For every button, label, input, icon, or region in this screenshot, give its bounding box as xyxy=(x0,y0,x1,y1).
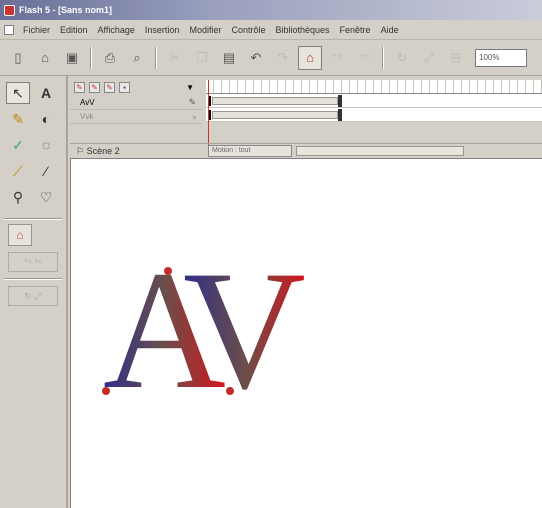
document-icon xyxy=(4,24,14,35)
horizontal-scrollbar[interactable] xyxy=(296,146,464,156)
control-point[interactable] xyxy=(226,387,234,395)
straighten-icon[interactable]: ⁺ᶜ xyxy=(352,46,376,70)
window-title: Flash 5 - [Sans nom1] xyxy=(19,5,113,15)
layer-row[interactable]: Vvk ▫ xyxy=(70,110,202,124)
save-icon[interactable]: ▣ xyxy=(60,46,84,70)
menu-fenetre[interactable]: Fenêtre xyxy=(335,25,376,35)
timeline-menu-icon[interactable]: ▼ xyxy=(186,83,194,92)
new-icon[interactable]: ▯ xyxy=(6,46,30,70)
paint-bucket-icon[interactable]: ◐ xyxy=(34,108,58,130)
scale-icon[interactable]: ⤢ xyxy=(417,46,441,70)
print-icon[interactable]: ⎙ xyxy=(98,46,122,70)
arrow-icon[interactable]: ↖ xyxy=(6,82,30,104)
smooth-icon[interactable]: ⁺⁵ xyxy=(325,46,349,70)
control-point[interactable] xyxy=(164,267,172,275)
toolbox: ↖ A ✎ ◐ ✓ ◌ ⟋ ⁄ ⚲ ♡ ⌂ ⁺ᶜ ⁺ᶜ ↻ ⤢ xyxy=(0,76,68,508)
title-bar: Flash 5 - [Sans nom1] xyxy=(0,0,542,20)
scene-label: Scène 2 xyxy=(86,145,120,156)
snap-icon[interactable]: ⌂ xyxy=(298,45,322,70)
menu-aide[interactable]: Aide xyxy=(376,25,404,35)
frame-ruler[interactable] xyxy=(206,80,542,94)
layer-name: Vvk xyxy=(80,112,94,121)
edit-layer-icon: ✎ xyxy=(188,97,196,107)
menu-bibliotheques[interactable]: Bibliothèques xyxy=(271,25,335,35)
scene-name: ⚐ Scène 2 xyxy=(70,146,202,157)
layer-header: ✎ ✎ ✎ ▪ ▼ xyxy=(70,80,202,94)
menu-fichier[interactable]: Fichier xyxy=(18,25,55,35)
toolbar-separator xyxy=(155,46,157,69)
layer-list: AvV ✎ Vvk ▫ xyxy=(70,96,202,124)
stage-canvas[interactable]: A V xyxy=(70,158,542,508)
paste-icon[interactable]: ▤ xyxy=(217,46,241,70)
frame-row[interactable] xyxy=(206,94,542,108)
menu-bar: Fichier Edition Affichage Insertion Modi… xyxy=(0,20,542,40)
menu-affichage[interactable]: Affichage xyxy=(93,25,140,35)
toolbox-divider xyxy=(4,278,62,280)
letter-v[interactable]: V xyxy=(183,264,306,399)
ink-bottle-icon[interactable]: ✓ xyxy=(6,134,30,156)
cut-icon[interactable]: ✂ xyxy=(163,46,187,70)
hand-icon[interactable]: ♡ xyxy=(34,186,58,208)
layer-name: AvV xyxy=(80,98,95,107)
main-toolbar: ▯ ⌂ ▣ ⎙ ⌕ ✂ ❐ ▤ ↶ ↷ ⌂ ⁺⁵ ⁺ᶜ ↻ ⤢ ⊟ 100% xyxy=(0,40,542,76)
lasso-icon[interactable]: ◌ xyxy=(34,134,58,156)
zoom-icon[interactable]: ⚲ xyxy=(6,186,30,208)
rotate-icon[interactable]: ↻ xyxy=(390,46,414,70)
onion-skin-icon[interactable]: ▪ xyxy=(119,81,130,93)
menu-controle[interactable]: Contrôle xyxy=(226,25,270,35)
end-keyframe[interactable] xyxy=(338,95,342,107)
snap-option-icon[interactable]: ⌂ xyxy=(8,224,32,246)
menu-edition[interactable]: Edition xyxy=(55,25,93,35)
smooth-straighten-options[interactable]: ⁺ᶜ ⁺ᶜ xyxy=(8,252,58,272)
layer-row[interactable]: AvV ✎ xyxy=(70,96,202,110)
toolbar-separator xyxy=(90,46,92,69)
eraser-icon[interactable]: ⁄ xyxy=(34,160,58,182)
frame-span[interactable] xyxy=(212,111,338,119)
flash-app-icon xyxy=(4,4,15,16)
end-keyframe[interactable] xyxy=(338,109,342,121)
av-artwork[interactable]: A V xyxy=(99,264,315,399)
layer-type-icon: ▫ xyxy=(192,111,196,122)
menu-modifier[interactable]: Modifier xyxy=(184,25,226,35)
dropper-icon[interactable]: ⟋ xyxy=(6,160,30,182)
redo-icon[interactable]: ↷ xyxy=(271,46,295,70)
toolbox-divider xyxy=(4,218,62,220)
pencil-icon[interactable]: ✎ xyxy=(6,108,30,130)
zoom-field[interactable]: 100% xyxy=(475,48,527,67)
show-hide-icon[interactable]: ✎ xyxy=(74,81,85,93)
frame-area[interactable] xyxy=(206,80,542,148)
scene-tab[interactable]: Motion : tout xyxy=(208,145,292,157)
align-icon[interactable]: ⊟ xyxy=(444,46,468,70)
frame-row[interactable] xyxy=(206,108,542,122)
copy-icon[interactable]: ❐ xyxy=(190,46,214,70)
text-icon[interactable]: A xyxy=(34,82,58,104)
menu-insertion[interactable]: Insertion xyxy=(140,25,185,35)
print-preview-icon[interactable]: ⌕ xyxy=(125,46,149,70)
outline-icon[interactable]: ✎ xyxy=(104,81,115,93)
undo-icon[interactable]: ↶ xyxy=(244,46,268,70)
scene-icon: ⚐ xyxy=(76,145,87,156)
toolbar-separator xyxy=(382,46,384,69)
control-point[interactable] xyxy=(102,387,110,395)
frame-span[interactable] xyxy=(212,97,338,105)
open-icon[interactable]: ⌂ xyxy=(33,46,57,70)
lock-icon[interactable]: ✎ xyxy=(89,81,100,93)
scene-bar: ⚐ Scène 2 Motion : tout xyxy=(70,143,542,158)
rotate-scale-options[interactable]: ↻ ⤢ xyxy=(8,286,58,306)
playhead[interactable] xyxy=(208,80,209,148)
